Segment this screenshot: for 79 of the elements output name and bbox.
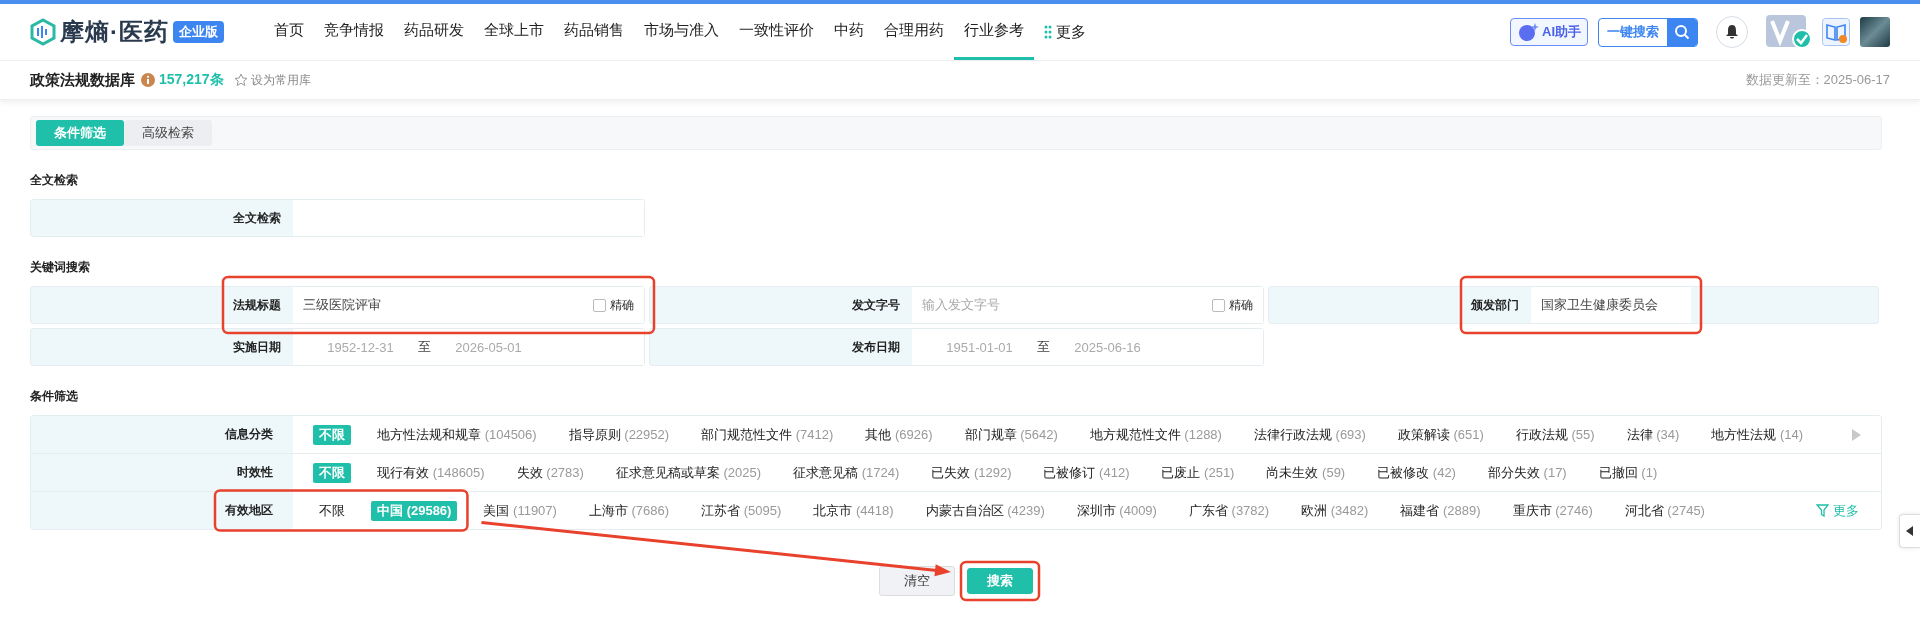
filter-option[interactable]: 已废止 (251) xyxy=(1155,462,1241,483)
filter-option[interactable]: 其他 (6926) xyxy=(859,424,939,445)
range-separator: 至 xyxy=(418,338,431,356)
filter-option[interactable]: 北京市 (4418) xyxy=(807,500,900,521)
filter-option[interactable]: 失效 (2783) xyxy=(510,462,590,483)
nav-item[interactable]: 药品研发 xyxy=(394,4,474,60)
filter-option[interactable]: 已被修订 (412) xyxy=(1037,462,1136,483)
filter-option[interactable]: 上海市 (7686) xyxy=(582,500,676,521)
filter-option[interactable]: 部分失效 (17) xyxy=(1481,462,1573,483)
filter-option[interactable]: 内蒙古自治区 (4239) xyxy=(919,500,1051,521)
filter-option[interactable]: 地方规范性文件 (1288) xyxy=(1083,424,1228,445)
filter-option[interactable]: 深圳市 (4009) xyxy=(1070,500,1163,521)
filter-option[interactable]: 已撤回 (1) xyxy=(1592,462,1664,483)
data-updated-date: 数据更新至：2025-06-17 xyxy=(1745,71,1890,89)
section-heading: 条件筛选 xyxy=(30,388,79,405)
filter-option[interactable]: 江苏省 (5095) xyxy=(695,500,788,521)
filter-option[interactable]: 部门规范性文件 (7412) xyxy=(695,424,840,445)
nav-item[interactable]: 全球上市 xyxy=(474,4,554,60)
nav-item[interactable]: 行业参考 xyxy=(954,4,1034,60)
filter-option[interactable]: 欧洲 (3482) xyxy=(1295,500,1375,521)
filter-option[interactable]: 美国 (11907) xyxy=(477,500,563,521)
logo-name: 摩熵·医药 xyxy=(60,17,169,47)
filter-option[interactable]: 地方性法规 (14) xyxy=(1705,424,1810,445)
filter-option[interactable]: 行政法规 (55) xyxy=(1509,424,1601,445)
next-arrow-icon[interactable] xyxy=(1851,428,1861,441)
nav-more-link[interactable]: 更多 xyxy=(1034,4,1096,60)
info-icon xyxy=(141,73,155,87)
field-label: 实施日期 xyxy=(233,338,281,356)
filter-option[interactable]: 福建省 (2889) xyxy=(1394,500,1487,521)
filter-label: 有效地区 xyxy=(225,502,273,519)
filter-option[interactable]: 重庆市 (2746) xyxy=(1506,500,1599,521)
ai-sparkle-icon xyxy=(1517,22,1539,42)
vip-badge-icon[interactable] xyxy=(1766,15,1812,49)
nav-item[interactable]: 一致性评价 xyxy=(729,4,824,60)
section-heading: 关键词搜索 xyxy=(30,259,91,276)
filter-option[interactable]: 政策解读 (651) xyxy=(1391,424,1490,445)
filter-option[interactable]: 法律 (34) xyxy=(1620,424,1686,445)
filter-option[interactable]: 征求意见稿或草案 (2025) xyxy=(609,462,768,483)
collapse-tab[interactable] xyxy=(1899,514,1920,548)
bell-icon xyxy=(1725,24,1739,40)
nav-item[interactable]: 合理用药 xyxy=(874,4,954,60)
star-icon xyxy=(233,73,248,87)
search-icon xyxy=(1674,24,1690,40)
filter-option[interactable]: 尚未生效 (59) xyxy=(1260,462,1352,483)
collapse-arrow-icon xyxy=(1906,526,1914,536)
section-heading: 全文检索 xyxy=(30,172,79,189)
filter-option[interactable]: 现行有效 (148605) xyxy=(371,462,491,483)
nav-item[interactable]: 中药 xyxy=(824,4,874,60)
filter-option[interactable]: 地方性法规和规章 (104506) xyxy=(371,424,543,445)
nav-item[interactable]: 市场与准入 xyxy=(634,4,729,60)
nav-item[interactable]: 药品销售 xyxy=(554,4,634,60)
edition-badge: 企业版 xyxy=(173,21,224,43)
filter-label: 信息分类 xyxy=(225,426,273,443)
search-button[interactable] xyxy=(1667,18,1697,46)
clear-button[interactable]: 清空 xyxy=(879,566,955,596)
page-title: 政策法规数据库 xyxy=(30,70,135,90)
nav-item[interactable]: 首页 xyxy=(264,4,314,60)
filter-option[interactable]: 指导原则 (22952) xyxy=(562,424,676,445)
dots-grid-icon xyxy=(1044,25,1052,39)
book-icon[interactable] xyxy=(1822,18,1850,46)
record-count: 157,217条 xyxy=(159,71,224,89)
filter-option[interactable]: 已被修改 (42) xyxy=(1371,462,1462,483)
filter-label: 时效性 xyxy=(237,464,273,481)
filter-option[interactable]: 河北省 (2745) xyxy=(1618,500,1711,521)
ai-assistant-button[interactable]: AI助手 xyxy=(1510,18,1588,46)
avatar[interactable] xyxy=(1860,17,1890,47)
filter-option[interactable]: 已失效 (1292) xyxy=(925,462,1018,483)
range-separator: 至 xyxy=(1037,338,1050,356)
field-label: 发布日期 xyxy=(852,338,900,356)
favorite-link[interactable]: 设为常用库 xyxy=(233,71,311,89)
filter-option[interactable]: 广东省 (3782) xyxy=(1182,500,1276,521)
filter-tab[interactable]: 高级检索 xyxy=(124,120,212,146)
nav-item[interactable]: 竞争情报 xyxy=(314,4,394,60)
filter-option[interactable]: 不限 xyxy=(313,500,351,521)
filter-option[interactable]: 法律行政法规 (693) xyxy=(1247,424,1372,445)
filter-option[interactable]: 征求意见稿 (1724) xyxy=(787,462,906,483)
filter-option[interactable]: 部门规章 (5642) xyxy=(958,424,1064,445)
logo-hexagon-icon xyxy=(30,18,56,46)
filter-icon xyxy=(1816,503,1830,518)
